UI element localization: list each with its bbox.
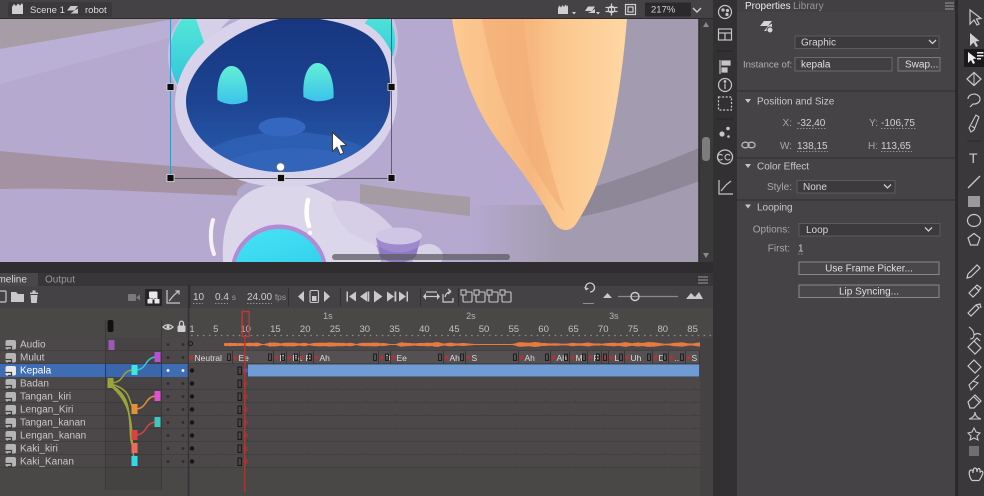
svg-text:1: 1 — [189, 324, 194, 335]
svg-text:Uh: Uh — [631, 353, 642, 363]
svg-text:Output: Output — [45, 275, 75, 286]
svg-text:Kaki_kiri: Kaki_kiri — [20, 444, 58, 455]
svg-text:Y:: Y: — [869, 118, 878, 129]
svg-text:24.00 fps: 24.00 fps — [247, 292, 286, 303]
svg-text:Style:: Style: — [767, 182, 792, 193]
svg-text:1: 1 — [798, 244, 804, 255]
svg-text:..: .. — [675, 353, 680, 363]
svg-text:T: T — [969, 150, 978, 166]
svg-text:H:: H: — [868, 141, 878, 152]
svg-text:Tangan_kiri: Tangan_kiri — [20, 392, 71, 403]
svg-text:M: M — [576, 353, 583, 363]
svg-text:Position and Size: Position and Size — [757, 97, 835, 108]
svg-text:Graphic: Graphic — [801, 38, 836, 49]
svg-text:113,65: 113,65 — [881, 141, 911, 152]
svg-text:40: 40 — [419, 324, 430, 335]
svg-text:kepala: kepala — [801, 60, 831, 71]
svg-text:Mulut: Mulut — [20, 353, 45, 364]
svg-text:217%: 217% — [651, 5, 676, 16]
svg-text:Badan: Badan — [20, 379, 49, 390]
svg-text:85: 85 — [687, 324, 698, 335]
svg-text:35: 35 — [389, 324, 400, 335]
svg-text:1s: 1s — [323, 311, 333, 321]
svg-text:75: 75 — [628, 324, 639, 335]
svg-text:Properties: Properties — [745, 1, 791, 12]
svg-text:50: 50 — [479, 324, 490, 335]
svg-text:10: 10 — [193, 292, 205, 303]
svg-text:-32,40: -32,40 — [797, 118, 826, 129]
svg-text:5: 5 — [213, 324, 218, 335]
svg-text:Color Effect: Color Effect — [757, 162, 809, 173]
svg-text:W:: W: — [780, 141, 792, 152]
svg-text:Scene 1: Scene 1 — [30, 5, 65, 16]
svg-text:Use Frame Picker...: Use Frame Picker... — [825, 264, 913, 275]
svg-text:Swap...: Swap... — [905, 60, 938, 71]
svg-text:30: 30 — [360, 324, 371, 335]
svg-text:-106,75: -106,75 — [881, 118, 915, 129]
svg-text:X:: X: — [783, 118, 792, 129]
svg-text:S: S — [472, 353, 478, 363]
svg-text:Ah: Ah — [525, 353, 536, 363]
svg-text:Ah: Ah — [450, 353, 461, 363]
svg-text:Lengan_Kiri: Lengan_Kiri — [20, 405, 73, 416]
svg-text:Timeline: Timeline — [0, 275, 27, 286]
svg-text:20: 20 — [300, 324, 311, 335]
svg-text:Instance of:: Instance of: — [743, 60, 792, 71]
svg-text:Kepala: Kepala — [20, 366, 52, 377]
svg-text:Options:: Options: — [753, 225, 790, 236]
svg-text:0.4 s: 0.4 s — [215, 292, 236, 303]
svg-text:Tangan_kanan: Tangan_kanan — [20, 418, 86, 429]
svg-text:3s: 3s — [609, 311, 619, 321]
svg-text:60: 60 — [538, 324, 549, 335]
svg-text:Lengan_kanan: Lengan_kanan — [20, 431, 86, 442]
svg-text:65: 65 — [568, 324, 579, 335]
svg-text:Looping: Looping — [757, 203, 793, 214]
svg-text:Lip Syncing...: Lip Syncing... — [839, 287, 899, 298]
svg-text:2s: 2s — [466, 311, 476, 321]
svg-text:Ee: Ee — [239, 353, 250, 363]
svg-text:Neutral: Neutral — [195, 353, 223, 363]
svg-text:Ee: Ee — [397, 353, 408, 363]
svg-text:Loop: Loop — [806, 225, 829, 236]
svg-text:138,15: 138,15 — [797, 141, 828, 152]
svg-text:S: S — [692, 353, 698, 363]
svg-text:Audio: Audio — [20, 340, 46, 351]
svg-text:Kaki_Kanan: Kaki_Kanan — [20, 457, 74, 468]
svg-text:None: None — [803, 182, 827, 193]
svg-text:70: 70 — [598, 324, 609, 335]
svg-text:robot: robot — [85, 5, 107, 16]
svg-text:80: 80 — [658, 324, 669, 335]
svg-text:First:: First: — [768, 244, 790, 255]
svg-text:L: L — [615, 353, 620, 363]
svg-text:15: 15 — [270, 324, 281, 335]
svg-text:55: 55 — [509, 324, 520, 335]
svg-text:25: 25 — [330, 324, 341, 335]
svg-text:Ah: Ah — [320, 353, 331, 363]
svg-text:Library: Library — [793, 1, 824, 12]
svg-text:45: 45 — [449, 324, 460, 335]
